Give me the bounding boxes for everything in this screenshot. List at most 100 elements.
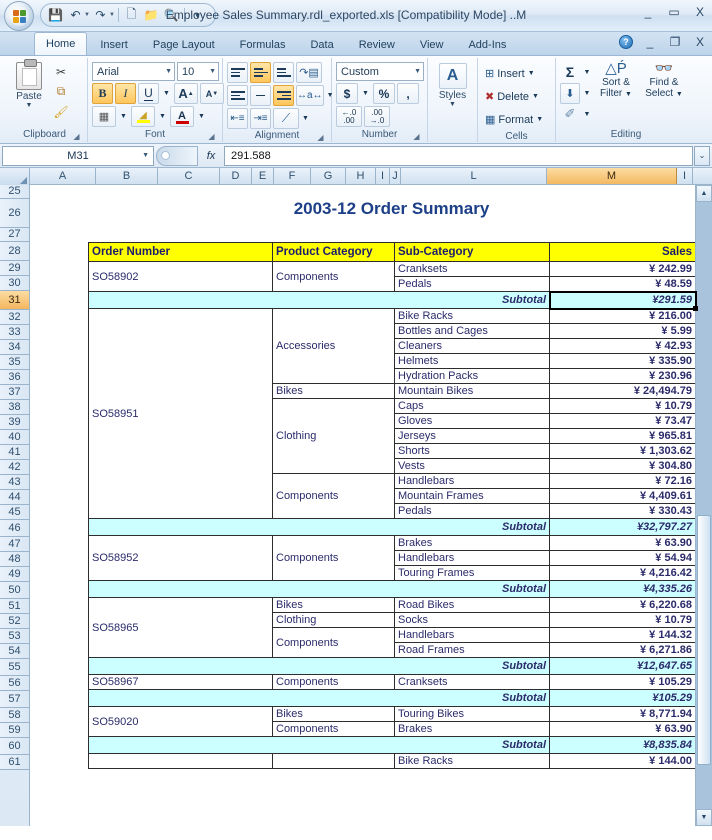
cell-sub-category[interactable]: Cranksets (394, 674, 550, 690)
cell-sub-category[interactable]: Handlebars (394, 473, 550, 489)
cell-order-number[interactable]: SO59020 (88, 706, 273, 737)
column-header-d-3[interactable]: D (220, 168, 252, 184)
cell-sales[interactable]: ¥ 4,216.42 (549, 565, 696, 581)
row-header-58[interactable]: 58 (0, 708, 29, 723)
sort-filter-button[interactable]: △Ṕ Sort & Filter ▼ (592, 60, 640, 100)
row-header-34[interactable]: 34 (0, 340, 29, 355)
align-bottom-button[interactable] (273, 62, 294, 83)
row-header-39[interactable]: 39 (0, 415, 29, 430)
shrink-font-button[interactable]: A ▼ (200, 83, 224, 104)
cell-sales[interactable]: ¥ 5.99 (549, 323, 696, 339)
row-header-38[interactable]: 38 (0, 400, 29, 415)
cell-order-number[interactable]: SO58951 (88, 308, 273, 519)
cell-sub-category[interactable]: Mountain Bikes (394, 383, 550, 399)
row-header-30[interactable]: 30 (0, 276, 29, 291)
orientation-dropdown-icon[interactable]: ▼ (301, 108, 310, 129)
fill-color-dropdown-icon[interactable]: ▼ (157, 106, 168, 127)
subtotal-value[interactable]: ¥291.59 (549, 291, 696, 309)
cell-product-category[interactable]: Accessories (272, 308, 395, 384)
column-header-b-1[interactable]: B (96, 168, 158, 184)
grow-font-button[interactable]: A ▲ (174, 83, 198, 104)
row-header-36[interactable]: 36 (0, 370, 29, 385)
insert-dropdown-icon[interactable]: ▼ (528, 70, 535, 77)
underline-button[interactable]: U (138, 83, 159, 104)
cell-sub-category[interactable]: Road Frames (394, 642, 550, 658)
orientation-button[interactable]: ⟋ (273, 108, 299, 129)
tab-view[interactable]: View (408, 34, 456, 55)
cell-sales[interactable]: ¥ 6,271.86 (549, 642, 696, 658)
row-header-41[interactable]: 41 (0, 445, 29, 460)
cell-sales[interactable]: ¥ 48.59 (549, 276, 696, 292)
tab-home[interactable]: Home (34, 32, 88, 55)
cell-sub-category[interactable]: Caps (394, 398, 550, 414)
column-header-m-11[interactable]: M (547, 168, 677, 184)
cell-sales[interactable]: ¥ 63.90 (549, 535, 696, 551)
cell-sub-category[interactable]: Helmets (394, 353, 550, 369)
row-header-55[interactable]: 55 (0, 659, 29, 676)
column-header-e-4[interactable]: E (252, 168, 274, 184)
cell-order-number[interactable]: SO58965 (88, 597, 273, 658)
scroll-up-arrow-icon[interactable]: ▲ (696, 185, 712, 202)
row-header-37[interactable]: 37 (0, 385, 29, 400)
cell-sub-category[interactable]: Hydration Packs (394, 368, 550, 384)
tab-page-layout[interactable]: Page Layout (141, 34, 227, 55)
delete-dropdown-icon[interactable]: ▼ (532, 93, 539, 100)
column-header-i-12[interactable]: I (677, 168, 693, 184)
cell-order-number[interactable]: SO58952 (88, 535, 273, 581)
alignment-dialog-launcher-icon[interactable]: ◢ (316, 133, 325, 142)
fill-color-button[interactable]: ◢ (131, 106, 155, 127)
font-size-dropdown-icon[interactable]: ▼ (206, 68, 216, 75)
cell-product-category[interactable]: Components (272, 674, 395, 690)
font-dialog-launcher-icon[interactable]: ◢ (207, 132, 216, 141)
comma-format-button[interactable]: , (397, 83, 419, 104)
cell-sub-category[interactable]: Vests (394, 458, 550, 474)
cell-sales[interactable]: ¥ 216.00 (549, 308, 696, 324)
cell-product-category[interactable]: Components (272, 261, 395, 292)
row-header-50[interactable]: 50 (0, 582, 29, 599)
delete-cells-button[interactable]: ✖ Delete ▼ (482, 86, 546, 107)
cell-sales[interactable]: ¥ 304.80 (549, 458, 696, 474)
maximize-button[interactable]: ▭ (666, 6, 682, 18)
cell-sales[interactable]: ¥ 1,303.62 (549, 443, 696, 459)
cell-sales[interactable]: ¥ 42.93 (549, 338, 696, 354)
cell-product-category[interactable]: Components (272, 473, 395, 519)
cell-sales[interactable]: ¥ 242.99 (549, 261, 696, 277)
row-header-43[interactable]: 43 (0, 475, 29, 490)
align-center-button[interactable] (250, 85, 271, 106)
minimize-button[interactable]: _ (640, 6, 656, 18)
cell-sub-category[interactable]: Bike Racks (394, 308, 550, 324)
help-icon[interactable]: ? (619, 35, 633, 49)
row-header-49[interactable]: 49 (0, 567, 29, 582)
tab-formulas[interactable]: Formulas (228, 34, 298, 55)
column-header-f-5[interactable]: F (274, 168, 311, 184)
tab-insert[interactable]: Insert (88, 34, 140, 55)
decrease-indent-button[interactable]: ⇤≡ (227, 108, 248, 129)
borders-dropdown-icon[interactable]: ▼ (118, 106, 129, 127)
number-format-combo[interactable]: Custom ▼ (336, 62, 424, 81)
tab-add-ins[interactable]: Add-Ins (456, 34, 518, 55)
row-header-60[interactable]: 60 (0, 738, 29, 755)
column-header-c-2[interactable]: C (158, 168, 220, 184)
cell-sales[interactable]: ¥ 24,494.79 (549, 383, 696, 399)
subtotal-value[interactable]: ¥32,797.27 (549, 518, 696, 536)
cell-sales[interactable]: ¥ 965.81 (549, 428, 696, 444)
column-header-i-8[interactable]: I (376, 168, 390, 184)
row-header-35[interactable]: 35 (0, 355, 29, 370)
cell-sub-category[interactable]: Brakes (394, 535, 550, 551)
cell-sub-category[interactable]: Pedals (394, 276, 550, 292)
align-right-button[interactable] (273, 85, 294, 106)
format-dropdown-icon[interactable]: ▼ (536, 116, 543, 123)
workbook-close-button[interactable]: X (692, 36, 708, 48)
percent-format-button[interactable]: % (373, 83, 395, 104)
cell-sales[interactable]: ¥ 105.29 (549, 674, 696, 690)
font-color-dropdown-icon[interactable]: ▼ (196, 106, 207, 127)
clear-dropdown-icon[interactable]: ▼ (582, 104, 592, 125)
increase-indent-button[interactable]: ⇥≡ (250, 108, 271, 129)
cell-sales[interactable]: ¥ 54.94 (549, 550, 696, 566)
autosum-button[interactable]: Σ (560, 62, 580, 83)
formula-input[interactable]: 291.588 (224, 145, 693, 166)
font-color-button[interactable]: A (170, 106, 194, 127)
row-header-54[interactable]: 54 (0, 644, 29, 659)
align-top-button[interactable] (227, 62, 248, 83)
find-select-dropdown-icon[interactable]: ▼ (676, 91, 683, 98)
